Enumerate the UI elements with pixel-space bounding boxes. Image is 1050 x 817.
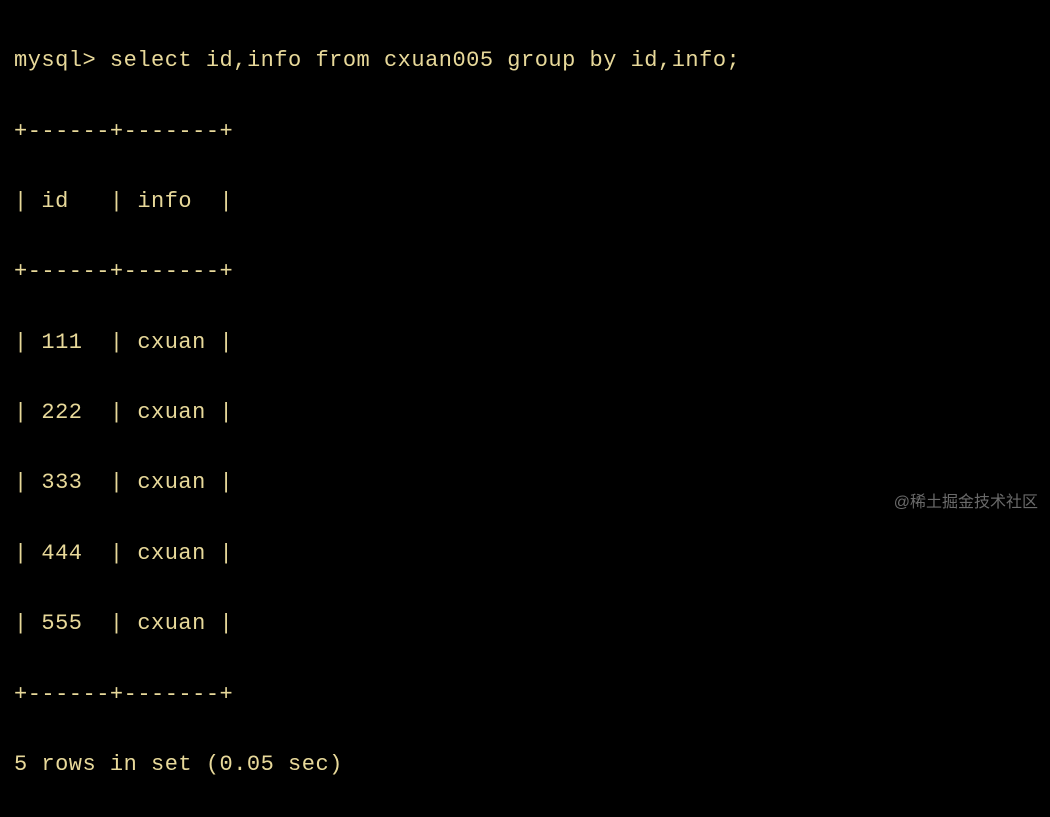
watermark-text: @稀土掘金技术社区: [894, 490, 1038, 516]
table-row: | 555 | cxuan |: [14, 606, 1036, 641]
mysql-terminal[interactable]: mysql> select id,info from cxuan005 grou…: [14, 8, 1036, 817]
query-line: mysql> select id,info from cxuan005 grou…: [14, 43, 1036, 78]
table-border-top: +------+-------+: [14, 114, 1036, 149]
table-row: | 222 | cxuan |: [14, 395, 1036, 430]
table-border-bottom: +------+-------+: [14, 677, 1036, 712]
table-row: | 111 | cxuan |: [14, 325, 1036, 360]
table-header-row: | id | info |: [14, 184, 1036, 219]
table-row: | 444 | cxuan |: [14, 536, 1036, 571]
sql-query: select id,info from cxuan005 group by id…: [110, 48, 740, 73]
mysql-prompt: mysql>: [14, 48, 110, 73]
table-border-mid: +------+-------+: [14, 254, 1036, 289]
status-line: 5 rows in set (0.05 sec): [14, 747, 1036, 782]
table-row: | 333 | cxuan |: [14, 465, 1036, 500]
